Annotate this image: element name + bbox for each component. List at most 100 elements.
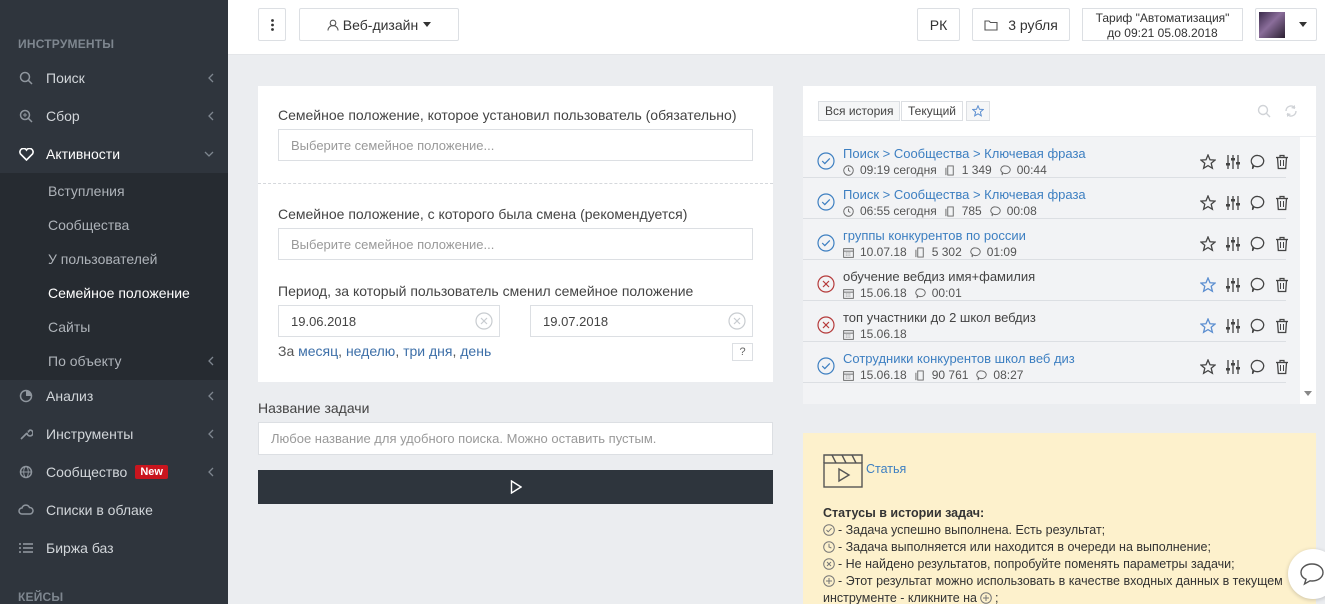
sidebar-subitem-by-object[interactable]: По объекту xyxy=(48,353,121,369)
legend-running: - Задача выполняется или находится в оче… xyxy=(823,540,1211,554)
tariff-info[interactable]: Тариф "Автоматизация" до 09:21 05.08.201… xyxy=(1082,8,1243,41)
sidebar-subitem-communities[interactable]: Сообщества xyxy=(48,217,129,233)
comment-icon[interactable] xyxy=(1250,318,1266,334)
tab-all-history[interactable]: Вся история xyxy=(818,101,901,121)
sidebar-item-label: Инструменты xyxy=(46,426,134,442)
row-title[interactable]: Поиск > Сообщества > Ключевая фраза xyxy=(843,146,1086,161)
sidebar-subitem-marital-status[interactable]: Семейное положение xyxy=(48,285,190,301)
comment-icon[interactable] xyxy=(1250,359,1266,375)
sidebar-item-db-exchange[interactable]: Биржа баз xyxy=(0,529,228,567)
comment-icon[interactable] xyxy=(1250,236,1266,252)
history-row[interactable]: группы конкурентов по россии 10.07.18 5 30… xyxy=(803,219,1289,260)
sidebar-item-tools[interactable]: Инструменты xyxy=(0,415,228,453)
more-menu-button[interactable] xyxy=(258,8,286,41)
sidebar-subitem-users[interactable]: У пользователей xyxy=(48,251,157,267)
history-scrollbar[interactable] xyxy=(1300,137,1316,404)
chat-icon xyxy=(1299,562,1325,586)
sidebar-item-activities[interactable]: Активности xyxy=(0,135,228,173)
period-link-month[interactable]: месяц xyxy=(298,343,338,359)
search-icon[interactable] xyxy=(1257,104,1271,118)
success-status-icon xyxy=(817,152,835,170)
trash-icon[interactable] xyxy=(1275,318,1289,334)
sidebar-item-search[interactable]: Поиск xyxy=(0,59,228,97)
row-title[interactable]: Сотрудники конкурентов школ веб диз xyxy=(843,351,1075,366)
star-icon[interactable] xyxy=(1200,277,1216,293)
legend-text: - Не найдено результатов, попробуйте пом… xyxy=(838,557,1235,571)
error-status-icon xyxy=(817,316,835,334)
trash-icon[interactable] xyxy=(1275,154,1289,170)
row-title: обучение вебдиз имя+фамилия xyxy=(843,269,1036,284)
play-icon xyxy=(510,480,522,494)
date-to-field[interactable]: 19.07.2018 xyxy=(530,305,753,337)
row-title[interactable]: группы конкурентов по россии xyxy=(843,228,1026,243)
scroll-down-icon[interactable] xyxy=(1304,391,1312,396)
sidebar-subitem-joins[interactable]: Вступления xyxy=(48,183,125,199)
divider xyxy=(258,183,773,184)
topbar: Веб-дизайн РК 3 рубля Тариф "Автоматизац… xyxy=(228,0,1325,55)
star-icon[interactable] xyxy=(1200,195,1216,211)
trash-icon[interactable] xyxy=(1275,195,1289,211)
currency-button[interactable]: РК xyxy=(917,8,960,41)
refresh-icon[interactable] xyxy=(1284,104,1298,118)
project-select[interactable]: Веб-дизайн xyxy=(299,8,459,41)
sliders-icon[interactable] xyxy=(1225,195,1241,211)
sliders-icon[interactable] xyxy=(1225,277,1241,293)
clear-icon[interactable] xyxy=(475,312,493,330)
date-from-field[interactable]: 19.06.2018 xyxy=(278,305,500,337)
period-link-week[interactable]: неделю xyxy=(346,343,395,359)
trash-icon[interactable] xyxy=(1275,236,1289,252)
row-count: 90 761 xyxy=(931,368,969,382)
row-meta: 10.07.18 5 302 01:09 xyxy=(843,245,1027,259)
clear-icon[interactable] xyxy=(728,312,746,330)
status-select[interactable]: Выберите семейное положение... xyxy=(278,129,753,161)
star-icon[interactable] xyxy=(1200,154,1216,170)
legend-text: - Этот результат можно использовать в ка… xyxy=(838,574,1283,588)
sliders-icon[interactable] xyxy=(1225,236,1241,252)
history-row[interactable]: Поиск > Сообщества > Ключевая фраза 09:19… xyxy=(803,137,1289,178)
sidebar-item-collect[interactable]: Сбор xyxy=(0,97,228,135)
trash-icon[interactable] xyxy=(1275,359,1289,375)
sidebar-subitem-sites[interactable]: Сайты xyxy=(48,319,90,335)
user-menu[interactable] xyxy=(1255,8,1317,41)
run-task-button[interactable] xyxy=(258,470,773,504)
sidebar-item-community[interactable]: Сообщество New xyxy=(0,453,228,491)
comment-icon[interactable] xyxy=(1250,154,1266,170)
favorites-filter-button[interactable] xyxy=(966,101,990,121)
results-icon: 5 302 xyxy=(915,245,962,259)
comment-icon[interactable] xyxy=(1250,195,1266,211)
star-icon[interactable] xyxy=(1200,359,1216,375)
history-row[interactable]: обучение вебдиз имя+фамилия 15.06.18 00:01 xyxy=(803,260,1289,301)
period-link-three-days[interactable]: три дня xyxy=(403,343,452,359)
help-button[interactable]: ? xyxy=(732,343,753,361)
star-icon xyxy=(972,105,984,117)
sidebar-item-cloud-lists[interactable]: Списки в облаке xyxy=(0,491,228,529)
article-link[interactable]: Статья xyxy=(866,462,906,476)
sidebar-submenu: Вступления Сообщества У пользователей Се… xyxy=(0,173,228,380)
balance-button[interactable]: 3 рубля xyxy=(972,8,1070,41)
sidebar-item-analysis[interactable]: Анализ xyxy=(0,377,228,415)
new-badge: New xyxy=(135,465,168,479)
balance-value: 3 рубля xyxy=(1008,16,1058,33)
period-link-day[interactable]: день xyxy=(460,343,491,359)
sliders-icon[interactable] xyxy=(1225,154,1241,170)
star-icon[interactable] xyxy=(1200,318,1216,334)
results-icon: 785 xyxy=(945,204,982,218)
task-name-input[interactable]: Любое название для удобного поиска. Можн… xyxy=(258,422,773,455)
duration-icon: 00:01 xyxy=(915,286,962,300)
history-row[interactable]: Поиск > Сообщества > Ключевая фраза 06:55… xyxy=(803,178,1289,219)
clock-icon: 09:19 сегодня xyxy=(843,163,937,177)
prev-status-select[interactable]: Выберите семейное положение... xyxy=(278,228,753,260)
cloud-icon xyxy=(18,502,34,518)
row-title[interactable]: Поиск > Сообщества > Ключевая фраза xyxy=(843,187,1086,202)
comment-icon[interactable] xyxy=(1250,277,1266,293)
tab-current[interactable]: Текущий xyxy=(901,101,963,121)
calendar-icon: 15.06.18 xyxy=(843,327,907,341)
row-meta: 15.06.18 xyxy=(843,327,915,341)
sliders-icon[interactable] xyxy=(1225,359,1241,375)
star-icon[interactable] xyxy=(1200,236,1216,252)
history-row[interactable]: Сотрудники конкурентов школ веб диз 15.06… xyxy=(803,342,1289,383)
history-row[interactable]: топ участники до 2 школ вебдиз 15.06.18 xyxy=(803,301,1289,342)
row-duration: 00:08 xyxy=(1006,204,1037,218)
sliders-icon[interactable] xyxy=(1225,318,1241,334)
trash-icon[interactable] xyxy=(1275,277,1289,293)
